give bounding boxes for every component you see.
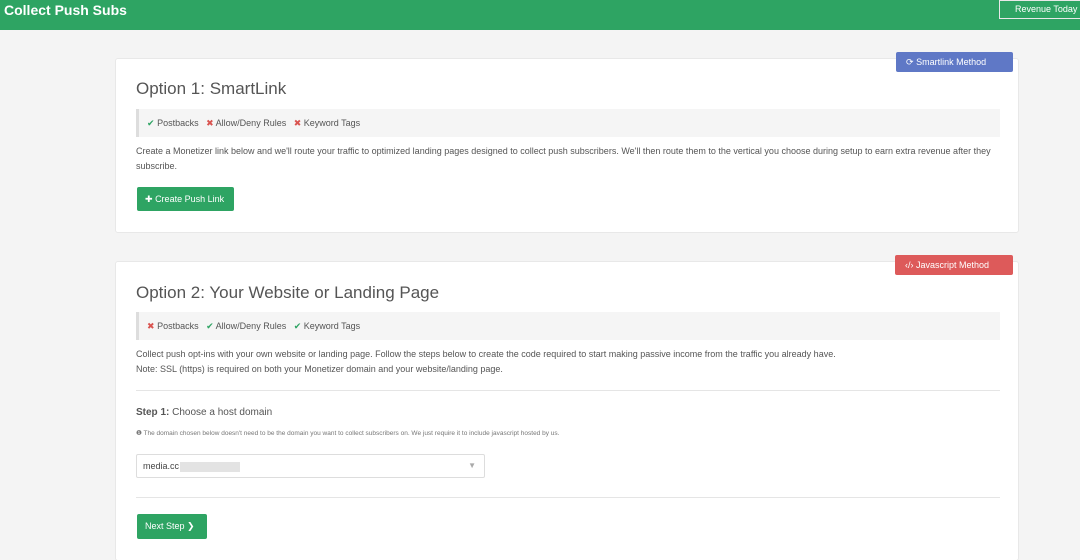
create-push-link-button[interactable]: ✚ Create Push Link [137,187,234,211]
option2-description: Collect push opt-ins with your own websi… [136,349,836,374]
feature-allow-deny: ✔ Allow/Deny Rules [206,321,287,331]
cross-icon: ✖ [293,118,302,128]
divider [136,497,1000,498]
feature-postbacks: ✖ Postbacks [147,321,199,331]
refresh-icon: ⟳ [906,57,914,67]
chevron-down-icon: ▼ [468,461,476,470]
revenue-today-button[interactable]: Revenue Today [999,0,1080,19]
page-title: Collect Push Subs [4,2,127,18]
chevron-right-icon: ❯ [187,521,195,531]
option2-features: ✖ Postbacks ✔ Allow/Deny Rules ✔ Keyword… [136,312,1000,340]
host-domain-select[interactable]: media.cc ▼ [136,454,485,478]
option1-title: Option 1: SmartLink [136,79,287,98]
check-icon: ✔ [206,321,214,331]
step-1-note: ❶ The domain chosen below doesn't need t… [136,430,560,437]
javascript-method-badge[interactable]: ‹/› Javascript Method [895,255,1013,275]
javascript-card: Option 2: Your Website or Landing Page ✖… [115,261,1019,560]
host-domain-value: media.cc [143,461,180,471]
redacted-domain [180,461,241,472]
divider [136,390,1000,391]
option1-features: ✔ Postbacks ✖ Allow/Deny Rules ✖ Keyword… [136,109,1000,137]
feature-allow-deny: ✖ Allow/Deny Rules [206,118,287,128]
feature-postbacks: ✔ Postbacks [147,118,199,128]
feature-keyword-tags: ✖ Keyword Tags [293,118,361,128]
step-1-label: Step 1: Choose a host domain [136,407,273,418]
smartlink-card: Option 1: SmartLink ✔ Postbacks ✖ Allow/… [115,58,1019,233]
top-header: Collect Push Subs Revenue Today [0,0,1080,30]
option2-title: Option 2: Your Website or Landing Page [136,283,440,302]
plus-icon: ✚ [145,194,153,204]
check-icon: ✔ [293,321,302,331]
cross-icon: ✖ [147,321,155,331]
option1-description: Create a Monetizer link below and we'll … [136,146,991,171]
feature-keyword-tags: ✔ Keyword Tags [293,321,361,331]
info-icon: ❶ [136,430,142,437]
code-icon: ‹/› [905,260,914,270]
cross-icon: ✖ [206,118,214,128]
next-step-button[interactable]: Next Step ❯ [137,514,207,539]
check-icon: ✔ [147,118,155,128]
smartlink-method-badge[interactable]: ⟳ Smartlink Method [896,52,1013,72]
